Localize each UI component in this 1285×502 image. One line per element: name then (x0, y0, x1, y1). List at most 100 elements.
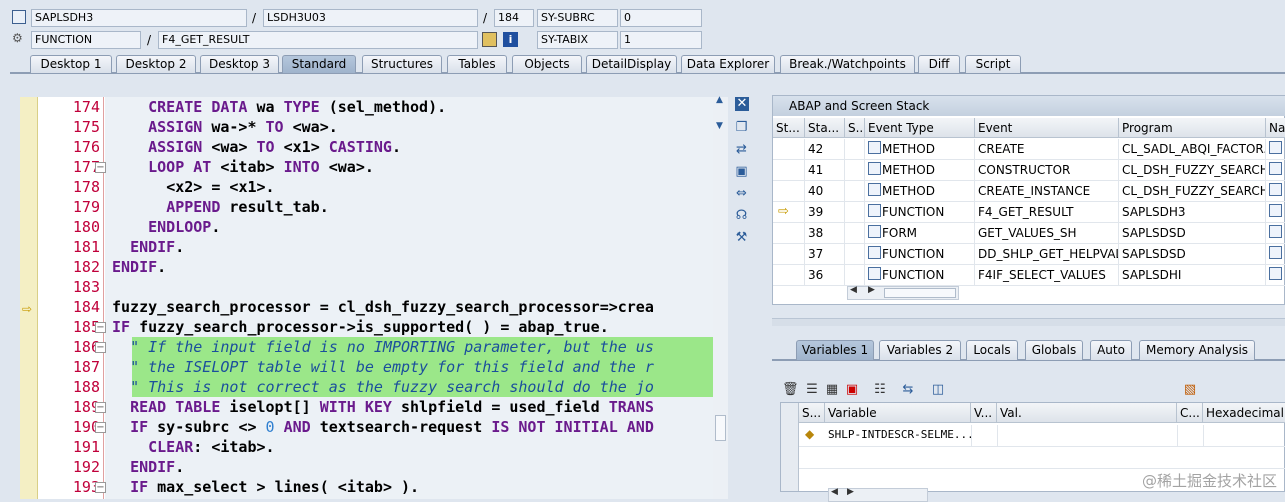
source-icon[interactable] (1269, 267, 1282, 280)
scroll-right-icon[interactable]: ▶ (868, 285, 875, 295)
sysvalue-2[interactable]: 1 (620, 31, 702, 49)
fold-toggle-icon[interactable]: − (95, 422, 106, 433)
col-header-name[interactable]: Na... (1266, 118, 1285, 138)
source-icon[interactable] (1269, 204, 1282, 217)
variable-row[interactable]: ◆ SHLP-INTDESCR-SELME... (799, 425, 1285, 447)
code-line[interactable]: 176 ASSIGN <wa> TO <x1> CASTING. (20, 137, 728, 157)
name-field[interactable]: F4_GET_RESULT (158, 31, 478, 49)
code-line[interactable]: 178 <x2> = <x1>. (20, 177, 728, 197)
code-line[interactable]: 182ENDIF. (20, 257, 728, 277)
scroll-left-icon[interactable]: ◀ (850, 285, 857, 295)
variables-horizontal-scrollbar[interactable]: ◀ ▶ (828, 488, 928, 502)
display-icon[interactable] (482, 32, 497, 47)
list-icon[interactable]: ☰ (804, 382, 820, 398)
col-header-value[interactable]: Val. (997, 403, 1177, 423)
sysvalue-1[interactable]: 0 (620, 9, 702, 27)
variable-name[interactable]: SHLP-INTDESCR-SELME... (828, 428, 974, 441)
maximize-icon[interactable]: ▣ (733, 163, 750, 180)
sysfield-1[interactable]: SY-SUBRC (537, 9, 618, 27)
tab-objects[interactable]: Objects (512, 55, 582, 73)
col-header-event[interactable]: Event (975, 118, 1119, 138)
stack-row[interactable]: 41METHODCONSTRUCTORCL_DSH_FUZZY_SEARCH..… (773, 160, 1285, 181)
stack-row[interactable]: 36FUNCTIONF4IF_SELECT_VALUESSAPLSDHI (773, 265, 1285, 286)
tab-detaildisplay[interactable]: DetailDisplay (586, 55, 677, 73)
fold-toggle-icon[interactable]: − (95, 342, 106, 353)
grid-icon[interactable]: ▦ (824, 382, 840, 398)
code-line[interactable]: 187 " the ISELOPT table will be empty fo… (20, 357, 728, 377)
tab-variables-2[interactable]: Variables 2 (879, 340, 961, 360)
tools-icon[interactable]: ⚒ (733, 229, 750, 246)
close-icon[interactable]: ✕ (735, 97, 749, 111)
object-icon[interactable]: ◫ (930, 382, 946, 398)
source-icon[interactable] (1269, 246, 1282, 259)
code-line[interactable]: 180 ENDLOOP. (20, 217, 728, 237)
code-line[interactable]: 184fuzzy_search_processor = cl_dsh_fuzzy… (20, 297, 728, 317)
code-line[interactable]: 193− IF max_select > lines( <itab> ). (20, 477, 728, 497)
type-field[interactable]: FUNCTION (31, 31, 141, 49)
tab-variables-1[interactable]: Variables 1 (796, 340, 874, 360)
tab-memory-analysis[interactable]: Memory Analysis (1139, 340, 1255, 360)
scroll-up-icon[interactable]: ▲ (716, 95, 723, 105)
tab-standard[interactable]: Standard (282, 55, 356, 73)
scroll-left-icon[interactable]: ◀ (831, 487, 838, 497)
code-line[interactable]: 191 CLEAR: <itab>. (20, 437, 728, 457)
tab-tables[interactable]: Tables (447, 55, 507, 73)
scroll-thumb[interactable] (715, 415, 726, 441)
col-header-program[interactable]: Program (1119, 118, 1266, 138)
scroll-thumb[interactable] (884, 288, 956, 298)
tab-auto[interactable]: Auto (1090, 340, 1132, 360)
delete-icon[interactable]: 🗑 (782, 382, 798, 398)
info-icon[interactable]: i (503, 32, 518, 47)
include-field[interactable]: LSDH3U03 (263, 9, 478, 27)
tab-diff[interactable]: Diff (918, 55, 960, 73)
code-line[interactable]: 185−IF fuzzy_search_processor->is_suppor… (20, 317, 728, 337)
stack-horizontal-scrollbar[interactable]: ◀ ▶ (847, 286, 959, 300)
scroll-down-icon[interactable]: ▼ (716, 121, 723, 131)
horizontal-splitter[interactable] (772, 318, 1285, 326)
tab-desktop-2[interactable]: Desktop 2 (116, 55, 196, 73)
code-line[interactable]: 175 ASSIGN wa->* TO <wa>. (20, 117, 728, 137)
stack-row[interactable]: 42METHODCREATECL_SADL_ABQI_FACTOR... (773, 139, 1285, 160)
stack-row[interactable]: 38FORMGET_VALUES_SHSAPLSDSD (773, 223, 1285, 244)
source-icon[interactable] (1269, 183, 1282, 196)
code-line[interactable]: 192 ENDIF. (20, 457, 728, 477)
new-window-icon[interactable]: ❐ (733, 119, 750, 136)
empty-row[interactable] (799, 447, 1285, 469)
tab-break-watchpoints[interactable]: Break./Watchpoints (780, 55, 915, 73)
stack-row[interactable]: 37FUNCTIONDD_SHLP_GET_HELPVAL...SAPLSDSD (773, 244, 1285, 265)
code-line[interactable]: 186− " If the input field is no IMPORTIN… (20, 337, 728, 357)
scroll-right-icon[interactable]: ▶ (847, 487, 854, 497)
tab-structures[interactable]: Structures (362, 55, 442, 73)
jump-icon[interactable]: ⇆ (900, 382, 916, 398)
source-icon[interactable] (1269, 225, 1282, 238)
left-splitter[interactable] (0, 74, 20, 499)
source-icon[interactable] (1269, 141, 1282, 154)
col-header-hex[interactable]: Hexadecimal Va (1203, 403, 1285, 423)
headset-icon[interactable]: ☊ (733, 207, 750, 224)
resize-icon[interactable]: ⇔ (733, 185, 750, 202)
editor-vertical-scrollbar[interactable]: ▲ ▼ (713, 97, 728, 499)
tab-locals[interactable]: Locals (966, 340, 1018, 360)
col-header-variable[interactable]: Variable (825, 403, 971, 423)
program-field[interactable]: SAPLSDH3 (31, 9, 247, 27)
remove-icon[interactable]: ▣ (844, 382, 860, 398)
tab-desktop-3[interactable]: Desktop 3 (200, 55, 279, 73)
stack-row[interactable]: 39FUNCTIONF4_GET_RESULTSAPLSDH3 (773, 202, 1285, 223)
col-header-s[interactable]: S... (799, 403, 825, 423)
col-header-v[interactable]: V... (971, 403, 997, 423)
swap-icon[interactable]: ⇄ (733, 141, 750, 158)
fold-toggle-icon[interactable]: − (95, 482, 106, 493)
line-field[interactable]: 184 (494, 9, 534, 27)
source-icon[interactable] (1269, 162, 1282, 175)
tab-data-explorer[interactable]: Data Explorer (681, 55, 775, 73)
fold-toggle-icon[interactable]: − (95, 322, 106, 333)
tree-icon[interactable]: ☷ (872, 382, 888, 398)
col-header-status[interactable]: St... (773, 118, 805, 138)
code-line[interactable]: 190− IF sy-subrc <> 0 AND textsearch-req… (20, 417, 728, 437)
fold-toggle-icon[interactable]: − (95, 402, 106, 413)
right-splitter[interactable] (758, 74, 770, 499)
code-line[interactable]: 183 (20, 277, 728, 297)
code-line[interactable]: 181 ENDIF. (20, 237, 728, 257)
code-line[interactable]: 188 " This is not correct as the fuzzy s… (20, 377, 728, 397)
col-header-s[interactable]: S... (845, 118, 865, 138)
